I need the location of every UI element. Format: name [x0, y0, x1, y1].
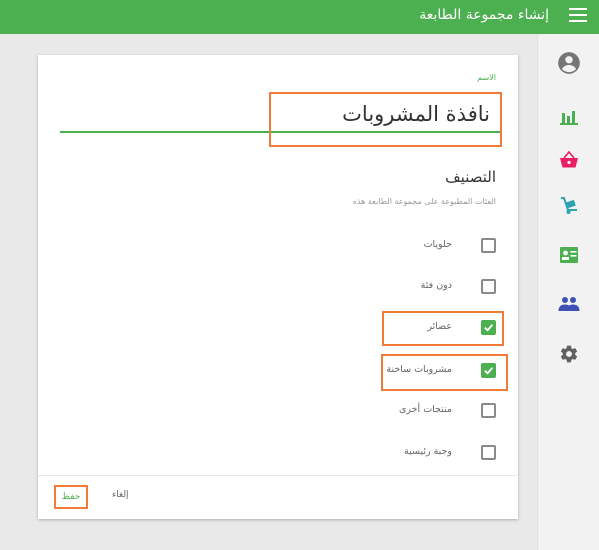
sidebar — [537, 34, 599, 550]
page-title: إنشاء مجموعة الطابعة — [419, 7, 549, 23]
menu-icon[interactable] — [569, 8, 587, 22]
bar-chart-icon[interactable] — [559, 108, 579, 126]
category-row[interactable]: عصائر — [376, 319, 496, 339]
printer-group-form-card: الاسم نافذة المشروبات التصنيف الفئات الم… — [38, 55, 518, 519]
category-checkbox[interactable] — [481, 238, 496, 253]
footer-divider — [38, 475, 518, 476]
shopping-basket-icon[interactable] — [559, 151, 579, 169]
checkmark-icon — [484, 324, 494, 332]
checkmark-icon — [484, 367, 494, 375]
name-field-label: الاسم — [477, 73, 496, 82]
category-checkbox[interactable] — [481, 403, 496, 418]
category-checkbox-checked[interactable] — [481, 320, 496, 335]
category-label: دون فئة — [420, 280, 452, 291]
category-label: عصائر — [427, 321, 452, 332]
cancel-button[interactable]: إلغاء — [112, 490, 129, 500]
category-checkbox[interactable] — [481, 445, 496, 460]
category-label: وجبة رئيسية — [404, 446, 452, 457]
category-section-subtitle: الفئات المطبوعة على مجموعة الطابعة هذه — [352, 197, 496, 206]
category-checkbox[interactable] — [481, 279, 496, 294]
category-row[interactable]: حلويات — [376, 237, 496, 257]
category-checkbox-checked[interactable] — [481, 363, 496, 378]
contact-card-icon[interactable] — [559, 246, 579, 264]
category-label: مشروبات ساخنة — [386, 364, 452, 375]
category-section-title: التصنيف — [445, 168, 496, 186]
category-label: حلويات — [423, 239, 452, 250]
save-button[interactable]: حفظ — [54, 485, 88, 509]
account-circle-icon[interactable] — [556, 50, 582, 76]
settings-icon[interactable] — [559, 344, 579, 364]
people-icon[interactable] — [558, 296, 580, 312]
category-row[interactable]: دون فئة — [376, 278, 496, 298]
category-row[interactable]: وجبة رئيسية — [376, 444, 496, 464]
category-row[interactable]: منتجات أخرى — [376, 402, 496, 422]
name-input[interactable]: نافذة المشروبات — [269, 92, 502, 147]
hand-truck-icon[interactable] — [559, 195, 579, 215]
top-app-bar: إنشاء مجموعة الطابعة — [0, 0, 599, 34]
category-label: منتجات أخرى — [398, 404, 452, 415]
category-row[interactable]: مشروبات ساخنة — [366, 362, 496, 382]
